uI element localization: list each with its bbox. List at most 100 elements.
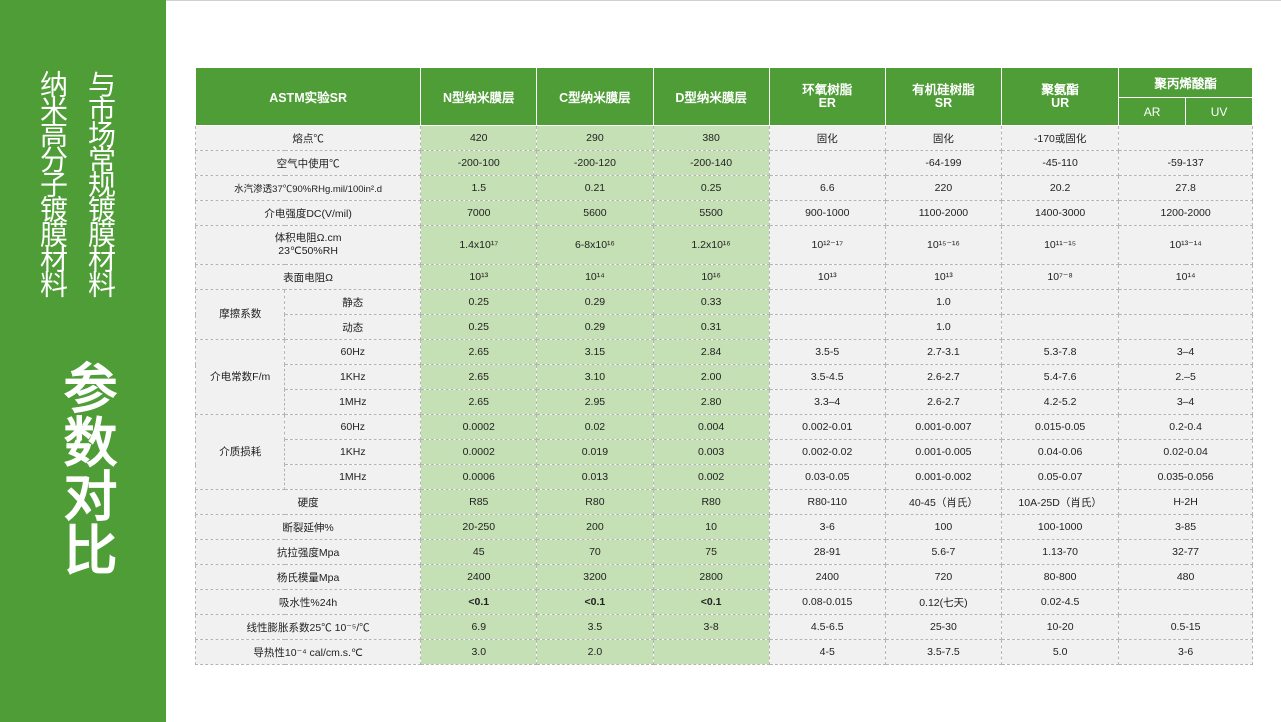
table-row: 导热性10⁻⁴ cal/cm.s.℃ 3.0 2.0 4-5 3.5-7.5 5… xyxy=(194,639,1253,665)
cell-c: -200-120 xyxy=(536,150,654,176)
cell-d: 2.84 xyxy=(652,339,770,365)
cell-acrylate: 27.8 xyxy=(1118,175,1253,201)
cell-c: 2.95 xyxy=(536,389,654,415)
cell-er: 0.08-0.015 xyxy=(768,589,886,615)
cell-n: 3.0 xyxy=(420,639,538,665)
cell-acrylate xyxy=(1118,125,1253,151)
table-row: 介质损耗 60Hz 0.0002 0.02 0.004 0.002-0.01 0… xyxy=(194,414,1253,490)
cell-c: 0.29 xyxy=(536,314,654,340)
group-dielectric: 介电常数F/m xyxy=(194,339,286,415)
cell-d: 2.00 xyxy=(652,364,770,390)
cell-sr: 0.001-0.005 xyxy=(884,439,1003,465)
cell-d: 10 xyxy=(652,514,770,540)
cell-n: 0.0006 xyxy=(420,464,538,490)
cell-sr: 40-45（肖氏） xyxy=(884,489,1003,515)
cell-c: <0.1 xyxy=(536,589,654,615)
row-label: 抗拉强度Mpa xyxy=(194,539,422,565)
cell-c: 0.02 xyxy=(536,414,654,440)
header-ar: AR xyxy=(1118,97,1187,126)
cell-acrylate xyxy=(1118,589,1253,615)
cell-er: 3.3–4 xyxy=(768,389,886,415)
cell-d: 2800 xyxy=(652,564,770,590)
header-d-type: D型纳米膜层 xyxy=(652,67,770,126)
table-row: 体积电阻Ω.cm 23℃50%RH 1.4x10¹⁷ 6-8x10¹⁶ 1.2x1… xyxy=(194,225,1253,265)
cell-d: 0.33 xyxy=(652,289,770,315)
table-row: 吸水性%24h <0.1 <0.1 <0.1 0.08-0.015 0.12(七… xyxy=(194,589,1253,615)
cell-n: <0.1 xyxy=(420,589,538,615)
cell-n: R85 xyxy=(420,489,538,515)
row-label: 熔点℃ xyxy=(194,125,422,151)
cell-acrylate: 0.035-0.056 xyxy=(1118,464,1253,490)
cell-c: 3.15 xyxy=(536,339,654,365)
cell-sr: 10¹³ xyxy=(884,264,1003,290)
cell-ur: 0.02-4.5 xyxy=(1001,589,1120,615)
cell-c: 0.013 xyxy=(536,464,654,490)
cell-sr: 10¹⁵⁻¹⁶ xyxy=(884,225,1003,265)
cell-ur: 20.2 xyxy=(1001,175,1120,201)
cell-d: 0.004 xyxy=(652,414,770,440)
cell-c: R80 xyxy=(536,489,654,515)
cell-ur: 5.4-7.6 xyxy=(1001,364,1120,390)
cell-er: 28-91 xyxy=(768,539,886,565)
row-label: 杨氏模量Mpa xyxy=(194,564,422,590)
cell-ur xyxy=(1001,289,1120,315)
cell-n: 45 xyxy=(420,539,538,565)
cell-d: R80 xyxy=(652,489,770,515)
cell-c: 0.21 xyxy=(536,175,654,201)
row-label: 线性膨胀系数25℃ 10⁻⁵/℃ xyxy=(194,614,422,640)
table-row: 介电强度DC(V/mil) 7000 5600 5500 900-1000 11… xyxy=(194,200,1253,226)
table-row: 表面电阻Ω 10¹³ 10¹⁴ 10¹⁶ 10¹³ 10¹³ 10⁷⁻⁸ 10¹… xyxy=(194,264,1253,290)
cell-n: 6.9 xyxy=(420,614,538,640)
cell-ur: 0.015-0.05 xyxy=(1001,414,1120,440)
cell-acrylate: 3–4 xyxy=(1118,339,1253,365)
row-label: 1KHz xyxy=(284,364,422,390)
cell-n: 10¹³ xyxy=(420,264,538,290)
cell-acrylate: H-2H xyxy=(1118,489,1253,515)
cell-acrylate: 10¹⁴ xyxy=(1118,264,1253,290)
cell-er: 0.002-0.01 xyxy=(768,414,886,440)
sidebar-subtitle-2: 与市场常规镀膜材料 xyxy=(84,70,117,295)
cell-ur: 10⁷⁻⁸ xyxy=(1001,264,1120,290)
row-label: 水汽渗透37℃90%RHg.mil/100in².d xyxy=(194,175,422,201)
cell-acrylate: 1200-2000 xyxy=(1118,200,1253,226)
cell-d: 1.2x10¹⁶ xyxy=(652,225,770,265)
cell-c: 2.0 xyxy=(536,639,654,665)
top-divider xyxy=(166,0,1281,1)
cell-n: 7000 xyxy=(420,200,538,226)
table-row: 1KHz 0.0002 0.019 0.003 0.002-0.02 0.001… xyxy=(196,439,1253,465)
cell-d: 380 xyxy=(652,125,770,151)
header-silicone: 有机硅树脂 SR xyxy=(884,67,1003,126)
row-label: 空气中使用℃ xyxy=(194,150,422,176)
cell-er: 4.5-6.5 xyxy=(768,614,886,640)
cell-acrylate xyxy=(1118,289,1253,315)
cell-er: R80-110 xyxy=(768,489,886,515)
cell-er: 0.03-0.05 xyxy=(768,464,886,490)
cell-n: -200-100 xyxy=(420,150,538,176)
table-row: 硬度 R85 R80 R80 R80-110 40-45（肖氏） 10A-25D… xyxy=(194,489,1253,515)
cell-sr: 固化 xyxy=(884,125,1003,151)
cell-d: 0.003 xyxy=(652,439,770,465)
group-loss: 介质损耗 xyxy=(194,414,286,490)
table-row: 断裂延伸% 20-250 200 10 3-6 100 100-1000 3-8… xyxy=(194,514,1253,540)
cell-ur: 10¹¹⁻¹⁵ xyxy=(1001,225,1120,265)
cell-n: 2.65 xyxy=(420,364,538,390)
page-title: 参数对比 xyxy=(54,360,117,576)
cell-n: 1.4x10¹⁷ xyxy=(420,225,538,265)
cell-ur: -170或固化 xyxy=(1001,125,1120,151)
cell-n: 20-250 xyxy=(420,514,538,540)
row-label: 1MHz xyxy=(284,389,422,415)
cell-acrylate: 2.–5 xyxy=(1118,364,1253,390)
row-label: 1MHz xyxy=(284,464,422,490)
cell-sr: 720 xyxy=(884,564,1003,590)
cell-n: 2400 xyxy=(420,564,538,590)
cell-acrylate: 0.5-15 xyxy=(1118,614,1253,640)
cell-d: -200-140 xyxy=(652,150,770,176)
cell-sr: 5.6-7 xyxy=(884,539,1003,565)
header-polyurethane-abbr: UR xyxy=(1051,95,1070,110)
cell-acrylate xyxy=(1118,314,1253,340)
row-label: 60Hz xyxy=(284,339,422,365)
cell-c: 3200 xyxy=(536,564,654,590)
table-row: 熔点℃ 420 290 380 固化 固化 -170或固化 xyxy=(194,125,1253,151)
cell-ur: 5.3-7.8 xyxy=(1001,339,1120,365)
row-label: 60Hz xyxy=(284,414,422,440)
